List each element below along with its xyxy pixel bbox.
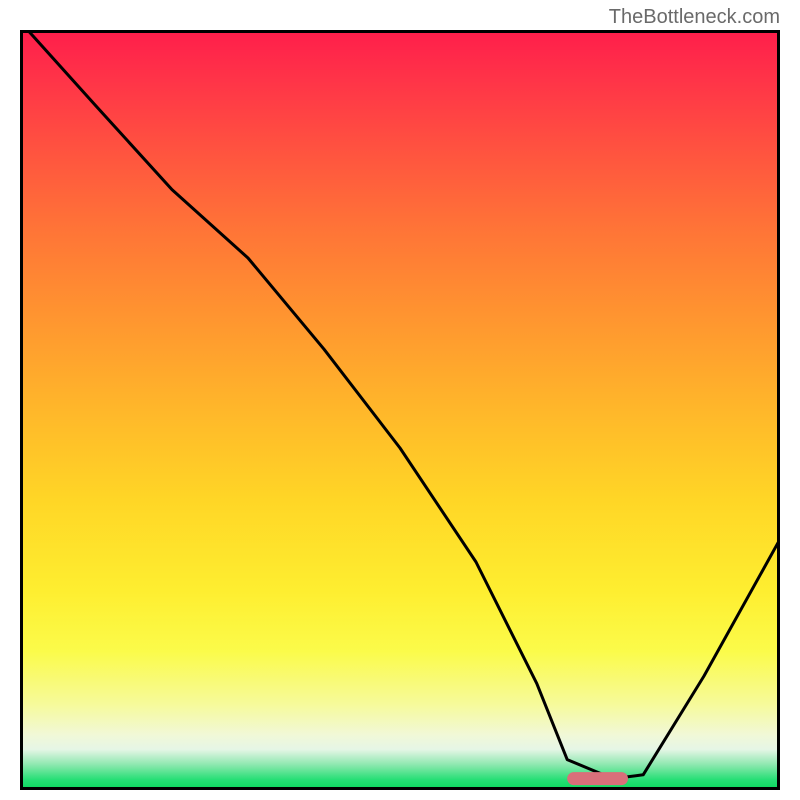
chart-container: TheBottleneck.com (0, 0, 800, 800)
watermark-text: TheBottleneck.com (609, 6, 780, 29)
plot-frame (20, 30, 780, 790)
plot-area (20, 30, 780, 790)
